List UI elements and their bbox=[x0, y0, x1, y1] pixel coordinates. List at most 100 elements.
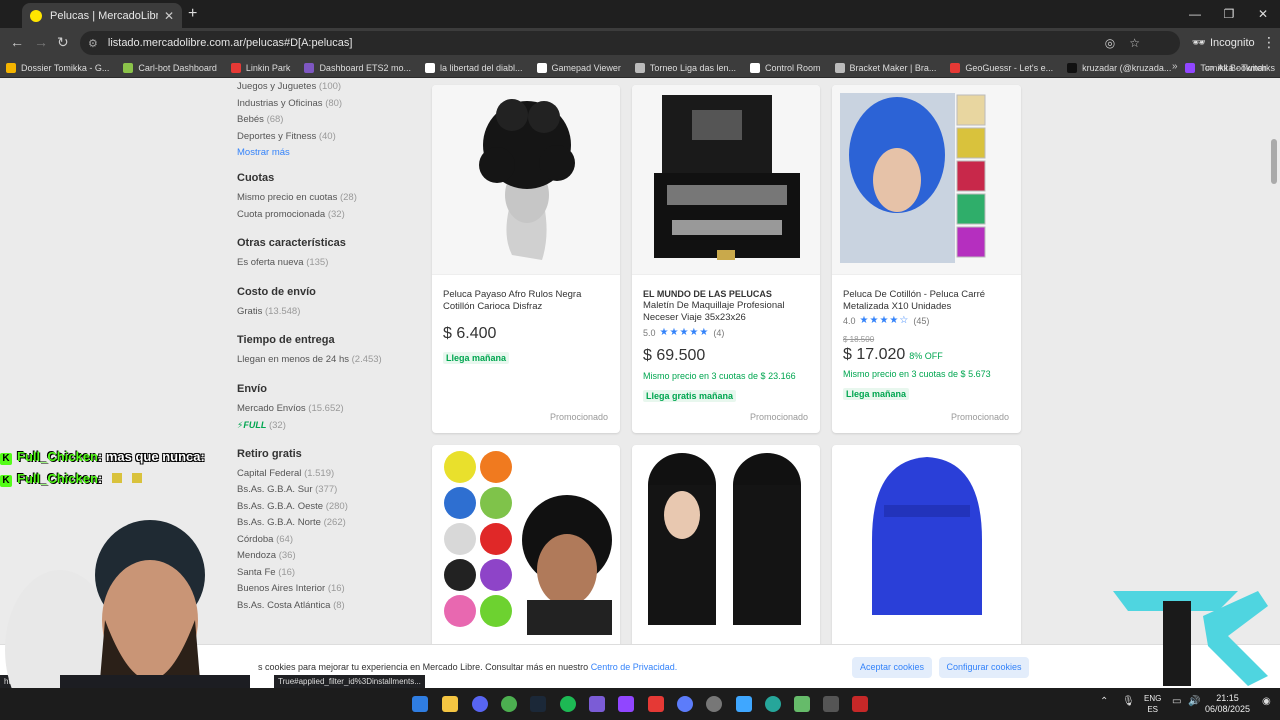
bookmark-item[interactable]: Bracket Maker | Bra... bbox=[834, 62, 936, 73]
steam-icon[interactable] bbox=[530, 696, 546, 712]
incognito-indicator[interactable]: 🕶 Incognito bbox=[1192, 36, 1255, 50]
product-image[interactable] bbox=[632, 85, 820, 275]
chat-username: Full_Chicken bbox=[17, 471, 98, 486]
volume-icon[interactable]: 🔊 bbox=[1188, 696, 1200, 707]
bookmark-item[interactable]: Gamepad Viewer bbox=[536, 62, 621, 73]
rating-value: 5.0 bbox=[643, 327, 656, 338]
eye-off-icon[interactable]: ◎ bbox=[1105, 36, 1115, 50]
address-bar: ← → ↻ ⚙ listado.mercadolibre.com.ar/pelu… bbox=[0, 28, 1280, 58]
spotify-icon[interactable] bbox=[560, 696, 576, 712]
product-card[interactable]: Peluca Payaso Afro Rulos Negra Cotillón … bbox=[432, 85, 620, 433]
bookmark-item[interactable]: Dossier Tomikka - G... bbox=[6, 62, 109, 73]
app-icon[interactable] bbox=[677, 696, 693, 712]
bookmark-favicon-icon bbox=[950, 62, 961, 73]
obs-icon[interactable] bbox=[706, 696, 722, 712]
microphone-icon[interactable]: 🎙 bbox=[1122, 696, 1135, 707]
back-icon[interactable]: ← bbox=[10, 34, 24, 50]
site-info-icon[interactable]: ⚙ bbox=[88, 37, 98, 50]
system-clock[interactable]: 21:15 06/08/2025 bbox=[1205, 693, 1250, 715]
bookmark-star-icon[interactable]: ☆ bbox=[1129, 36, 1140, 50]
forward-icon[interactable]: → bbox=[34, 34, 48, 50]
window-controls: — ❐ ✕ bbox=[1178, 0, 1280, 28]
filter-item[interactable]: Mercado Envíos (15.652) bbox=[237, 401, 427, 418]
filter-item[interactable]: Llegan en menos de 24 hs (2.453) bbox=[237, 352, 427, 369]
product-title[interactable]: Peluca De Cotillón - Peluca Carré Metali… bbox=[843, 289, 1011, 313]
network-icon[interactable]: ▭ bbox=[1172, 696, 1181, 707]
filter-item[interactable]: Cuota promocionada (32) bbox=[237, 207, 427, 224]
app-icon[interactable] bbox=[794, 696, 810, 712]
tab-mercadolibre[interactable]: Pelucas | MercadoLibre ✕ bbox=[22, 3, 182, 28]
filter-item-full[interactable]: ⚡FULL (32) bbox=[237, 417, 427, 434]
start-icon[interactable] bbox=[412, 696, 428, 712]
menu-icon[interactable]: ⋮ bbox=[1262, 34, 1276, 51]
chat-message: K Full_Chicken: mas que nunca: bbox=[0, 449, 205, 465]
app-icon[interactable] bbox=[618, 696, 634, 712]
filter-item[interactable]: Capital Federal (1.519) bbox=[237, 466, 427, 483]
gamepad-icon[interactable] bbox=[589, 696, 605, 712]
bookmark-item[interactable]: GeoGuessr - Let's e... bbox=[950, 62, 1053, 73]
kick-icon: K bbox=[0, 453, 12, 465]
filter-item[interactable]: Industrias y Oficinas (80) bbox=[237, 96, 427, 113]
file-explorer-icon[interactable] bbox=[442, 696, 458, 712]
folder-icon: ▭ bbox=[1205, 62, 1214, 72]
product-image[interactable] bbox=[432, 85, 620, 275]
product-title[interactable]: Maletín De Maquillaje Profesional Necese… bbox=[643, 300, 810, 324]
bookmark-label: Gamepad Viewer bbox=[551, 62, 621, 73]
filter-item[interactable]: Mismo precio en cuotas (28) bbox=[237, 190, 427, 207]
filter-item[interactable]: Bebés (68) bbox=[237, 112, 427, 129]
filter-item[interactable]: Gratis (13.548) bbox=[237, 304, 427, 321]
more-bookmarks-icon[interactable]: » bbox=[1172, 61, 1178, 72]
show-more-link[interactable]: Mostrar más bbox=[237, 147, 427, 158]
accept-cookies-button[interactable]: Aceptar cookies bbox=[852, 657, 932, 678]
filter-count: (100) bbox=[318, 81, 342, 92]
minimize-icon[interactable]: — bbox=[1178, 0, 1212, 28]
close-window-icon[interactable]: ✕ bbox=[1246, 0, 1280, 28]
new-tab-icon[interactable]: + bbox=[188, 5, 197, 23]
voicemeeter-icon[interactable] bbox=[852, 696, 868, 712]
discount-badge: 8% OFF bbox=[909, 351, 943, 361]
privacy-center-link[interactable]: Centro de Privacidad. bbox=[591, 662, 678, 672]
discord-icon[interactable] bbox=[472, 696, 488, 712]
input-language[interactable]: ENG ES bbox=[1144, 693, 1161, 715]
filter-label: Gratis bbox=[237, 305, 263, 317]
app-icon[interactable] bbox=[765, 696, 781, 712]
notification-icon[interactable]: ◉ bbox=[1262, 696, 1271, 707]
bookmark-item[interactable]: la libertad del diabl... bbox=[424, 62, 523, 73]
metallic-wig-image bbox=[840, 93, 986, 263]
filter-item[interactable]: Juegos y Juguetes (100) bbox=[237, 79, 427, 96]
tray-chevron-icon[interactable]: ⌃ bbox=[1100, 696, 1108, 707]
product-title[interactable]: Peluca Payaso Afro Rulos Negra Cotillón … bbox=[443, 289, 610, 313]
bookmark-item[interactable]: Linkin Park bbox=[230, 62, 290, 73]
filter-count: (15.652) bbox=[308, 402, 344, 414]
close-tab-icon[interactable]: ✕ bbox=[164, 9, 174, 23]
filter-item[interactable]: Deportes y Fitness (40) bbox=[237, 129, 427, 146]
url-field[interactable]: ⚙ listado.mercadolibre.com.ar/pelucas#D[… bbox=[80, 31, 1180, 55]
product-card[interactable]: Peluca De Cotillón - Peluca Carré Metali… bbox=[832, 85, 1021, 433]
bookmark-item[interactable]: Control Room bbox=[749, 62, 821, 73]
channel-logo bbox=[1113, 591, 1268, 686]
product-image[interactable] bbox=[832, 85, 1021, 275]
bookmark-favicon-icon bbox=[1067, 62, 1078, 73]
maximize-icon[interactable]: ❐ bbox=[1212, 0, 1246, 28]
bookmark-item[interactable]: Carl-bot Dashboard bbox=[123, 62, 217, 73]
all-bookmarks[interactable]: ▭ All Bookmarks bbox=[1205, 62, 1275, 73]
bookmark-item[interactable]: Dashboard ETS2 mo... bbox=[304, 62, 411, 73]
configure-cookies-button[interactable]: Configurar cookies bbox=[939, 657, 1029, 678]
tab-bar: Pelucas | MercadoLibre ✕ + — ❐ ✕ bbox=[0, 0, 1280, 28]
incognito-icon: 🕶 bbox=[1192, 37, 1206, 49]
bookmark-item[interactable]: kruzadar (@kruzada... bbox=[1067, 62, 1171, 73]
long-black-wigs-image bbox=[648, 453, 801, 625]
reload-icon[interactable]: ↻ bbox=[57, 34, 69, 51]
product-card[interactable]: EL MUNDO DE LAS PELUCAS Maletín De Maqui… bbox=[632, 85, 820, 433]
app-icon[interactable] bbox=[736, 696, 752, 712]
filter-item[interactable]: Bs.As. G.B.A. Sur (377) bbox=[237, 482, 427, 499]
chrome-icon[interactable] bbox=[501, 696, 517, 712]
app-icon[interactable] bbox=[648, 696, 664, 712]
page-scrollbar-thumb[interactable] bbox=[1271, 139, 1277, 184]
filter-item[interactable]: Es oferta nueva (135) bbox=[237, 255, 427, 272]
afro-wig-image bbox=[479, 99, 575, 260]
app-icon[interactable] bbox=[823, 696, 839, 712]
filter-section-title: Cuotas bbox=[237, 172, 275, 184]
bookmark-item[interactable]: Torneo Liga das len... bbox=[634, 62, 736, 73]
price-value: $ 17.020 bbox=[843, 346, 906, 363]
